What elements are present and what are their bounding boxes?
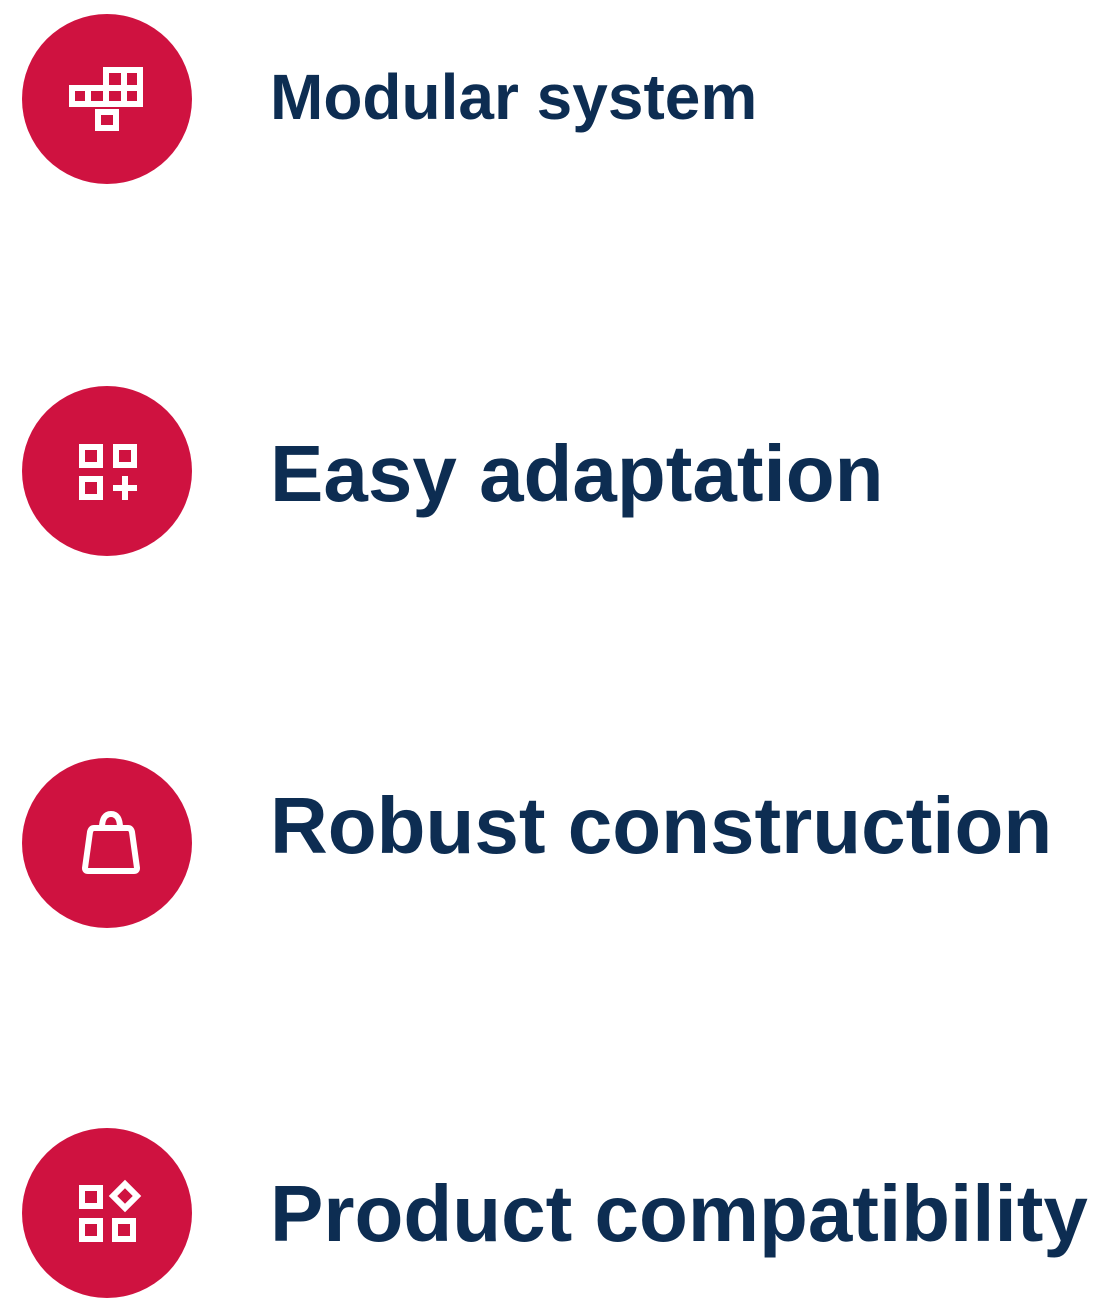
- feature-badge: [22, 1128, 192, 1298]
- feature-label: Modular system: [270, 61, 758, 133]
- feature-product-compatibility: Product compatibility: [0, 1126, 1100, 1306]
- feature-easy-adaptation: Easy adaptation: [0, 384, 1100, 564]
- feature-label: Product compatibility: [270, 1169, 1088, 1258]
- feature-badge: [22, 386, 192, 556]
- feature-label: Easy adaptation: [270, 429, 884, 518]
- feature-badge: [22, 14, 192, 184]
- weight-icon: [82, 811, 140, 874]
- feature-modular-system: Modular system: [0, 12, 1100, 192]
- feature-label: Robust construction: [270, 781, 1053, 870]
- modular-blocks-icon: [69, 67, 143, 131]
- feature-robust-construction: Robust construction: [0, 756, 1100, 936]
- feature-badge: [22, 758, 192, 928]
- grid-plus-icon: [79, 444, 137, 500]
- grid-diamond-icon: [79, 1179, 142, 1242]
